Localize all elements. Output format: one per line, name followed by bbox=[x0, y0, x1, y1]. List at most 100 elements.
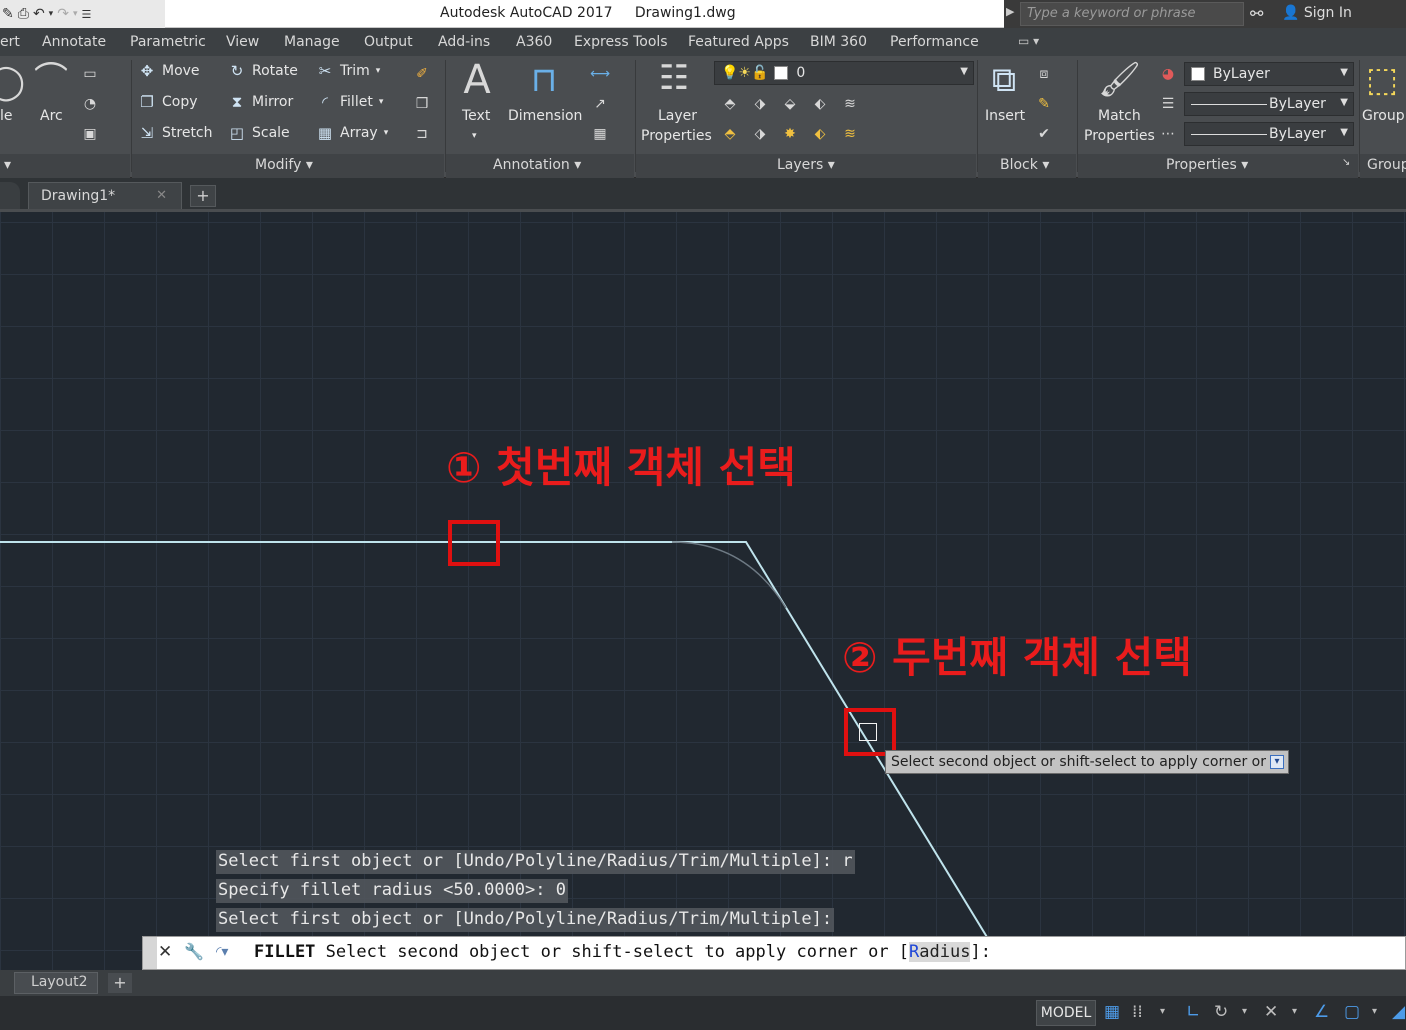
group-icon[interactable]: ⬚ bbox=[1362, 60, 1402, 100]
tab-insert[interactable]: ert bbox=[0, 34, 20, 50]
tab-featured-apps[interactable]: Featured Apps bbox=[688, 34, 789, 50]
tab-view[interactable]: View bbox=[226, 34, 259, 50]
start-tab[interactable] bbox=[0, 182, 20, 209]
drag-handle[interactable] bbox=[143, 937, 157, 969]
new-drawing-tab-button[interactable]: + bbox=[190, 185, 216, 207]
tab-parametric[interactable]: Parametric bbox=[130, 34, 206, 50]
fillet-dropdown-icon[interactable]: ▾ bbox=[379, 97, 384, 107]
arc-icon[interactable]: ⌒ bbox=[31, 60, 71, 100]
block-attribute-icon[interactable]: ✔ bbox=[1034, 124, 1054, 144]
polar-icon[interactable]: ↻ bbox=[1214, 1002, 1228, 1022]
customize-qat-icon[interactable]: ☰ bbox=[81, 8, 91, 21]
layer-tool-icon[interactable]: ⬗ bbox=[750, 124, 770, 144]
match-properties-label-1[interactable]: Match bbox=[1098, 106, 1141, 126]
tab-express-tools[interactable]: Express Tools bbox=[574, 34, 668, 50]
annotation-panel-title[interactable]: Annotation ▾ bbox=[493, 157, 581, 177]
block-panel-title[interactable]: Block ▾ bbox=[1000, 157, 1049, 177]
search-input[interactable]: Type a keyword or phrase bbox=[1020, 2, 1244, 26]
ribbon-minimize-icon[interactable]: ▭ ▾ bbox=[1018, 34, 1039, 48]
text-label[interactable]: Text bbox=[462, 106, 490, 126]
edit-icon[interactable]: ✎ bbox=[2, 6, 14, 22]
layer-properties-label-2[interactable]: Properties bbox=[641, 126, 712, 146]
tab-add-ins[interactable]: Add-ins bbox=[438, 34, 490, 50]
fillet-command-icon[interactable]: ◜▾ bbox=[216, 944, 228, 960]
match-properties-icon[interactable]: 🖌 bbox=[1098, 60, 1141, 100]
tab-performance[interactable]: Performance bbox=[890, 34, 979, 50]
modify-panel-title[interactable]: Modify ▾ bbox=[255, 157, 313, 177]
array-dropdown-icon[interactable]: ▾ bbox=[384, 128, 389, 138]
tab-layout2[interactable]: Layout2 bbox=[14, 972, 98, 994]
dimension-icon[interactable]: ⊓ bbox=[524, 60, 564, 100]
layer-properties-label-1[interactable]: Layer bbox=[658, 106, 697, 126]
isodraft-dropdown-icon[interactable]: ▾ bbox=[1292, 1006, 1297, 1017]
tab-output[interactable]: Output bbox=[364, 34, 413, 50]
rotate-button[interactable]: ↻ Rotate bbox=[228, 62, 298, 80]
object-snap-tracking-icon[interactable]: ∠ bbox=[1314, 1002, 1329, 1022]
explode-icon[interactable]: ❒ bbox=[412, 94, 432, 114]
group-label[interactable]: Group bbox=[1362, 106, 1405, 126]
linetype-dropdown[interactable]: ByLayer ▼ bbox=[1184, 122, 1354, 146]
layer-tool-icon[interactable]: ✸ bbox=[780, 124, 800, 144]
circle-icon[interactable]: ◯ bbox=[0, 62, 26, 102]
isodraft-icon[interactable]: ✕ bbox=[1264, 1002, 1278, 1022]
annotation-visibility-icon[interactable]: ◢ bbox=[1392, 1002, 1405, 1022]
linear-dim-icon[interactable]: ⟷ bbox=[590, 64, 610, 84]
offset-icon[interactable]: ⊐ bbox=[412, 124, 432, 144]
text-dropdown-icon[interactable]: ▾ bbox=[472, 126, 477, 146]
object-snap-dropdown-icon[interactable]: ▾ bbox=[1372, 1006, 1377, 1017]
array-button[interactable]: ▦ Array ▾ bbox=[316, 124, 388, 142]
edit-block-icon[interactable]: ✎ bbox=[1034, 94, 1054, 114]
properties-panel-title[interactable]: Properties ▾ bbox=[1166, 157, 1248, 177]
print-icon[interactable]: ⎙ bbox=[18, 6, 29, 22]
tab-manage[interactable]: Manage bbox=[284, 34, 340, 50]
match-properties-label-2[interactable]: Properties bbox=[1084, 126, 1155, 146]
grid-icon[interactable]: ▦ bbox=[1104, 1002, 1120, 1022]
layer-tool-icon[interactable]: ⬗ bbox=[750, 94, 770, 114]
scale-button[interactable]: ◰ Scale bbox=[228, 124, 290, 142]
properties-dialog-launcher-icon[interactable]: ↘ bbox=[1342, 157, 1350, 177]
hatch-icon[interactable]: ◔ bbox=[80, 94, 100, 114]
snap-icon[interactable]: ⁞⁞ bbox=[1132, 1002, 1143, 1022]
undo-dropdown-icon[interactable]: ▾ bbox=[49, 9, 54, 19]
layer-tool-icon[interactable]: ⬖ bbox=[810, 94, 830, 114]
copy-button[interactable]: ❐ Copy bbox=[138, 93, 197, 111]
expand-arrow-icon[interactable]: ▶ bbox=[1006, 5, 1014, 18]
sign-in-button[interactable]: 👤 Sign In bbox=[1282, 5, 1352, 21]
layer-tool-icon[interactable]: ⬘ bbox=[720, 94, 740, 114]
dimension-label[interactable]: Dimension bbox=[508, 106, 582, 126]
leader-icon[interactable]: ↗ bbox=[590, 94, 610, 114]
redo-icon[interactable]: ↷ bbox=[57, 6, 69, 22]
tab-bim-360[interactable]: BIM 360 bbox=[810, 34, 867, 50]
trim-button[interactable]: ✂ Trim ▾ bbox=[316, 62, 381, 80]
rectangle-icon[interactable]: ▭ bbox=[80, 64, 100, 84]
layer-tool-icon[interactable]: ⬖ bbox=[810, 124, 830, 144]
color-dropdown[interactable]: ByLayer ▼ bbox=[1184, 62, 1354, 86]
close-icon[interactable]: ✕ bbox=[158, 942, 172, 962]
mirror-button[interactable]: ⧗ Mirror bbox=[228, 93, 294, 111]
lineweight-dropdown[interactable]: ByLayer ▼ bbox=[1184, 92, 1354, 116]
layer-properties-icon[interactable]: ☷ bbox=[654, 58, 694, 98]
arc-label[interactable]: Arc bbox=[40, 106, 63, 126]
close-icon[interactable]: ✕ bbox=[156, 188, 167, 203]
layer-tool-icon[interactable]: ⬙ bbox=[780, 94, 800, 114]
insert-label[interactable]: Insert bbox=[985, 106, 1025, 126]
text-icon[interactable]: A bbox=[457, 60, 497, 100]
insert-block-icon[interactable]: ⧉ bbox=[984, 60, 1024, 100]
table-icon[interactable]: ▦ bbox=[590, 124, 610, 144]
add-layout-button[interactable]: + bbox=[108, 973, 132, 993]
layer-dropdown[interactable]: 💡☀🔓 0 ▼ bbox=[714, 61, 974, 85]
ortho-icon[interactable]: ∟ bbox=[1186, 1002, 1200, 1022]
erase-icon[interactable]: ✐ bbox=[412, 64, 432, 84]
snap-dropdown-icon[interactable]: ▾ bbox=[1160, 1006, 1165, 1017]
create-block-icon[interactable]: ⧈ bbox=[1034, 64, 1054, 84]
layer-tool-icon[interactable]: ≋ bbox=[840, 94, 860, 114]
binoculars-icon[interactable]: ⚯ bbox=[1250, 4, 1263, 23]
radius-option[interactable]: Radius bbox=[909, 942, 971, 962]
move-button[interactable]: ✥ Move bbox=[138, 62, 200, 80]
redo-dropdown-icon[interactable]: ▾ bbox=[73, 9, 78, 19]
layers-panel-title[interactable]: Layers ▾ bbox=[777, 157, 835, 177]
fillet-button[interactable]: ◜ Fillet ▾ bbox=[316, 93, 383, 111]
groups-panel-title[interactable]: Group bbox=[1367, 157, 1406, 177]
trim-dropdown-icon[interactable]: ▾ bbox=[376, 66, 381, 76]
file-tab-drawing1[interactable]: Drawing1* ✕ bbox=[28, 182, 182, 209]
